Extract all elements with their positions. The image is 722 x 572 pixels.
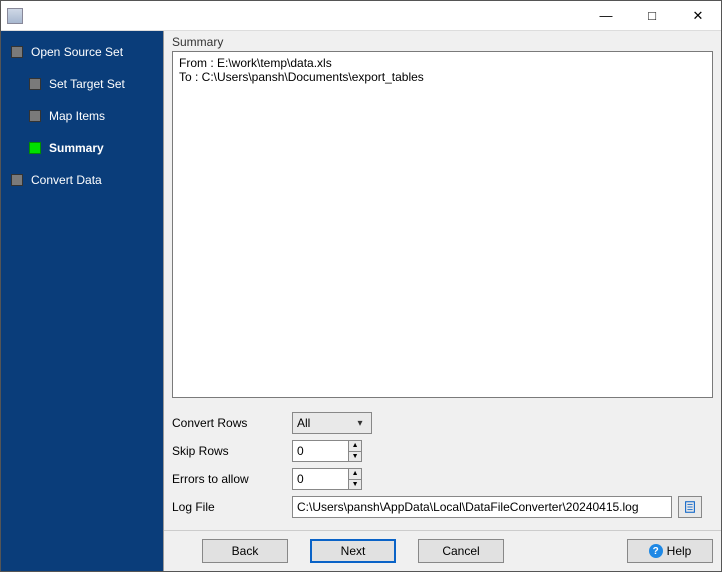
step-convert-data[interactable]: Convert Data — [5, 167, 163, 193]
step-label: Convert Data — [31, 173, 102, 187]
document-icon — [683, 500, 697, 514]
step-label: Summary — [49, 141, 104, 155]
step-open-source-set[interactable]: Open Source Set — [5, 39, 163, 65]
wizard-button-row: Back Next Cancel ? Help — [164, 530, 721, 571]
step-label: Open Source Set — [31, 45, 123, 59]
spin-down-icon[interactable]: ▼ — [349, 452, 361, 462]
convert-rows-value: All — [297, 416, 353, 430]
maximize-button[interactable]: □ — [629, 1, 675, 30]
spinner-buttons: ▲ ▼ — [348, 469, 361, 489]
help-icon: ? — [649, 544, 663, 558]
close-button[interactable]: ✕ — [675, 1, 721, 30]
skip-rows-label: Skip Rows — [172, 444, 292, 458]
spin-up-icon[interactable]: ▲ — [349, 441, 361, 452]
step-status-icon — [29, 142, 41, 154]
row-skip-rows: Skip Rows ▲ ▼ — [172, 438, 713, 464]
log-file-input[interactable] — [292, 496, 672, 518]
row-convert-rows: Convert Rows All ▾ — [172, 410, 713, 436]
skip-rows-spinner[interactable]: ▲ ▼ — [292, 440, 362, 462]
step-status-icon — [29, 110, 41, 122]
body: Open Source Set Set Target Set Map Items… — [1, 31, 721, 571]
step-status-icon — [11, 174, 23, 186]
errors-allow-input[interactable] — [293, 469, 348, 489]
spinner-buttons: ▲ ▼ — [348, 441, 361, 461]
step-set-target-set[interactable]: Set Target Set — [5, 71, 163, 97]
back-button[interactable]: Back — [202, 539, 288, 563]
section-label: Summary — [164, 31, 721, 51]
next-button[interactable]: Next — [310, 539, 396, 563]
options-form: Convert Rows All ▾ Skip Rows ▲ ▼ — [164, 406, 721, 530]
convert-rows-select[interactable]: All ▾ — [292, 412, 372, 434]
browse-log-button[interactable] — [678, 496, 702, 518]
app-window: — □ ✕ Open Source Set Set Target Set Map… — [0, 0, 722, 572]
log-file-label: Log File — [172, 500, 292, 514]
cancel-button-label: Cancel — [442, 544, 479, 558]
back-button-label: Back — [232, 544, 259, 558]
chevron-down-icon: ▾ — [353, 418, 367, 429]
step-status-icon — [11, 46, 23, 58]
errors-allow-spinner[interactable]: ▲ ▼ — [292, 468, 362, 490]
step-label: Map Items — [49, 109, 105, 123]
titlebar: — □ ✕ — [1, 1, 721, 31]
help-button[interactable]: ? Help — [627, 539, 713, 563]
skip-rows-input[interactable] — [293, 441, 348, 461]
app-icon — [7, 8, 23, 24]
help-button-label: Help — [667, 544, 692, 558]
convert-rows-label: Convert Rows — [172, 416, 292, 430]
window-controls: — □ ✕ — [583, 1, 721, 30]
step-status-icon — [29, 78, 41, 90]
cancel-button[interactable]: Cancel — [418, 539, 504, 563]
row-log-file: Log File — [172, 494, 713, 520]
step-label: Set Target Set — [49, 77, 125, 91]
spin-up-icon[interactable]: ▲ — [349, 469, 361, 480]
step-summary[interactable]: Summary — [5, 135, 163, 161]
next-button-label: Next — [341, 544, 366, 558]
spin-down-icon[interactable]: ▼ — [349, 480, 361, 490]
main-panel: Summary From : E:\work\temp\data.xls To … — [163, 31, 721, 571]
row-errors-allow: Errors to allow ▲ ▼ — [172, 466, 713, 492]
wizard-sidebar: Open Source Set Set Target Set Map Items… — [1, 31, 163, 571]
step-map-items[interactable]: Map Items — [5, 103, 163, 129]
minimize-button[interactable]: — — [583, 1, 629, 30]
errors-allow-label: Errors to allow — [172, 472, 292, 486]
summary-textarea[interactable]: From : E:\work\temp\data.xls To : C:\Use… — [172, 51, 713, 398]
